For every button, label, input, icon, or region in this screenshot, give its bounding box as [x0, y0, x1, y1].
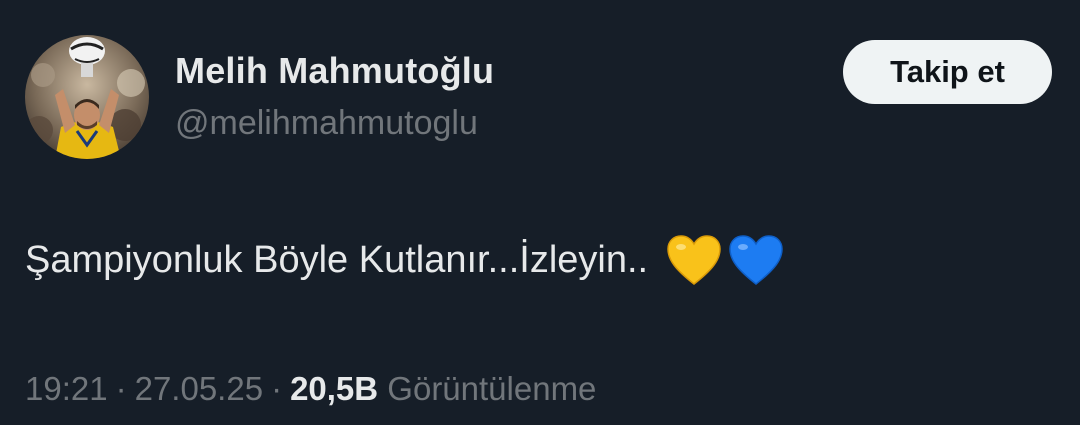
- yellow-heart-icon: [666, 234, 722, 286]
- profile-photo-icon: [25, 35, 149, 159]
- tweet-date[interactable]: 27.05.25: [135, 370, 263, 407]
- tweet-meta: 19:21 · 27.05.25 · 20,5B Görüntülenme: [25, 370, 596, 408]
- author-name[interactable]: Melih Mahmutoğlu: [175, 50, 494, 92]
- meta-separator: ·: [271, 370, 283, 407]
- follow-button[interactable]: Takip et: [843, 40, 1052, 104]
- tweet-card: Melih Mahmutoğlu @melihmahmutoglu Takip …: [0, 0, 1080, 425]
- blue-heart-icon: [728, 234, 784, 286]
- tweet-time[interactable]: 19:21: [25, 370, 108, 407]
- tweet-body: Şampiyonluk Böyle Kutlanır...İzleyin..: [25, 234, 784, 286]
- views-label: Görüntülenme: [387, 370, 597, 407]
- views-count: 20,5B: [290, 370, 379, 407]
- tweet-text: Şampiyonluk Böyle Kutlanır...İzleyin..: [25, 238, 649, 281]
- avatar[interactable]: [25, 35, 149, 159]
- author-handle[interactable]: @melihmahmutoglu: [175, 104, 478, 143]
- meta-separator: ·: [115, 370, 127, 407]
